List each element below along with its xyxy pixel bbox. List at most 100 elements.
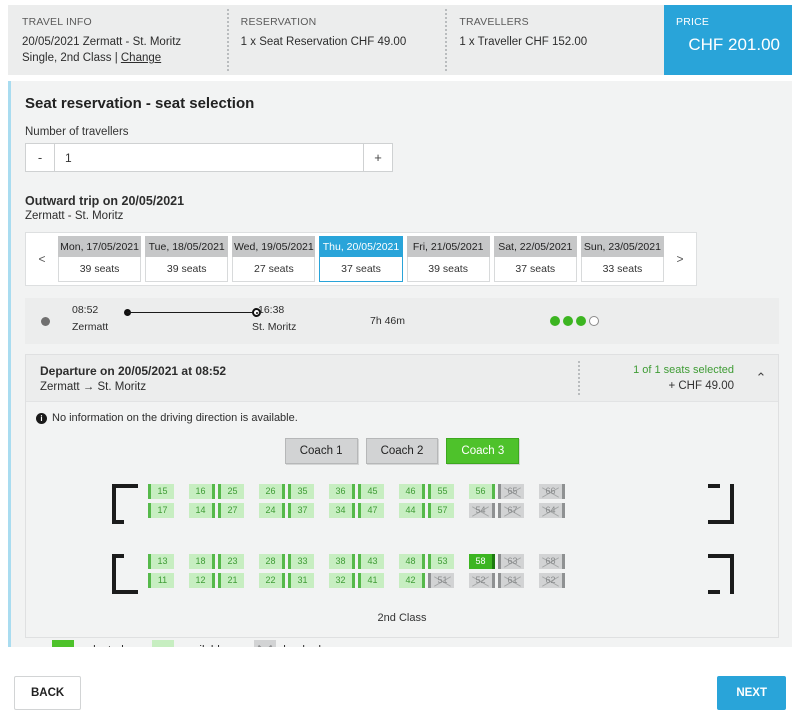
seatmap-area: i No information on the driving directio… bbox=[26, 401, 778, 647]
seat-64: 64 bbox=[539, 503, 565, 518]
driving-direction-note-text: No information on the driving direction … bbox=[52, 412, 298, 424]
coach-door-bottom-left-icon bbox=[112, 554, 140, 594]
decrease-travellers-button[interactable]: - bbox=[26, 144, 55, 171]
next-button[interactable]: NEXT bbox=[717, 676, 786, 710]
date-card[interactable]: Mon, 17/05/2021 39 seats bbox=[57, 235, 142, 283]
seat-21[interactable]: 21 bbox=[218, 573, 244, 588]
seat-37[interactable]: 37 bbox=[288, 503, 314, 518]
seat-16[interactable]: 16 bbox=[189, 484, 215, 499]
journey-summary-row[interactable]: 08:52 Zermatt 16:38 St. Moritz 7h 46m bbox=[25, 298, 779, 344]
seat-47[interactable]: 47 bbox=[358, 503, 384, 518]
date-card-seats: 37 seats bbox=[319, 257, 403, 282]
seat-12[interactable]: 12 bbox=[189, 573, 215, 588]
back-button[interactable]: BACK bbox=[14, 676, 82, 710]
seat-column: 15 17 bbox=[148, 484, 174, 518]
seat-56[interactable]: 56 bbox=[469, 484, 495, 499]
seat-23[interactable]: 23 bbox=[218, 554, 244, 569]
date-card[interactable]: Wed, 19/05/2021 27 seats bbox=[231, 235, 316, 283]
seat-27[interactable]: 27 bbox=[218, 503, 244, 518]
seat-45[interactable]: 45 bbox=[358, 484, 384, 499]
seat-14[interactable]: 14 bbox=[189, 503, 215, 518]
seat-53[interactable]: 53 bbox=[428, 554, 454, 569]
seat-38[interactable]: 38 bbox=[329, 554, 355, 569]
departure-detail-panel: Departure on 20/05/2021 at 08:52 Zermatt… bbox=[25, 354, 779, 647]
seat-48[interactable]: 48 bbox=[399, 554, 425, 569]
departure-header-right: 1 of 1 seats selected + CHF 49.00 bbox=[554, 364, 744, 392]
seat-number: 26 bbox=[265, 486, 276, 496]
page-title: Seat reservation - seat selection bbox=[25, 95, 255, 112]
seat-24[interactable]: 24 bbox=[259, 503, 285, 518]
seat-46[interactable]: 46 bbox=[399, 484, 425, 499]
seat-55[interactable]: 55 bbox=[428, 484, 454, 499]
seat-58[interactable]: 58 bbox=[469, 554, 495, 569]
seat-number: 61 bbox=[507, 575, 518, 585]
seat-28[interactable]: 28 bbox=[259, 554, 285, 569]
date-card[interactable]: Sun, 23/05/2021 33 seats bbox=[580, 235, 665, 283]
change-link[interactable]: Change bbox=[121, 52, 161, 64]
seat-31[interactable]: 31 bbox=[288, 573, 314, 588]
date-card-day: Wed, 19/05/2021 bbox=[232, 236, 316, 257]
seat-number: 45 bbox=[367, 486, 378, 496]
coach-tab[interactable]: Coach 1 bbox=[284, 438, 358, 464]
seat-35[interactable]: 35 bbox=[288, 484, 314, 499]
seat-34[interactable]: 34 bbox=[329, 503, 355, 518]
seat-57[interactable]: 57 bbox=[428, 503, 454, 518]
previous-dates-button[interactable]: < bbox=[28, 235, 56, 283]
date-card-day: Fri, 21/05/2021 bbox=[406, 236, 490, 257]
date-card[interactable]: Thu, 20/05/2021 37 seats bbox=[318, 235, 403, 283]
departure-time: 08:52 bbox=[72, 304, 99, 316]
legend-swatch-booked bbox=[254, 640, 277, 647]
date-card[interactable]: Tue, 18/05/2021 39 seats bbox=[144, 235, 229, 283]
seat-32[interactable]: 32 bbox=[329, 573, 355, 588]
seat-reservation-panel: Seat reservation - seat selection Number… bbox=[8, 81, 792, 647]
seat-42[interactable]: 42 bbox=[399, 573, 425, 588]
seat-11[interactable]: 11 bbox=[148, 573, 174, 588]
date-card[interactable]: Sat, 22/05/2021 37 seats bbox=[493, 235, 578, 283]
increase-travellers-button[interactable]: + bbox=[363, 144, 392, 171]
summary-travel-info: TRAVEL INFO 20/05/2021 Zermatt - St. Mor… bbox=[8, 5, 227, 75]
collapse-chevron-up-icon[interactable]: ⌃ bbox=[744, 369, 778, 387]
coach-door-bottom-right-icon bbox=[706, 554, 734, 594]
seat-number: 54 bbox=[475, 505, 486, 515]
seat-number: 64 bbox=[545, 505, 556, 515]
next-dates-button[interactable]: > bbox=[666, 235, 694, 283]
seat-column: 38 32 bbox=[329, 554, 355, 588]
occupancy-dot-icon bbox=[550, 316, 560, 326]
seat-36[interactable]: 36 bbox=[329, 484, 355, 499]
summary-bar: TRAVEL INFO 20/05/2021 Zermatt - St. Mor… bbox=[8, 5, 793, 75]
occupancy-dot-icon bbox=[589, 316, 599, 326]
seat-26[interactable]: 26 bbox=[259, 484, 285, 499]
outward-trip-route: Zermatt - St. Moritz bbox=[25, 210, 124, 222]
coach-tab[interactable]: Coach 3 bbox=[446, 438, 520, 464]
legend-swatch-available bbox=[151, 640, 174, 647]
seat-61: 61 bbox=[498, 573, 524, 588]
seat-25[interactable]: 25 bbox=[218, 484, 244, 499]
seat-44[interactable]: 44 bbox=[399, 503, 425, 518]
reservation-line1: 1 x Seat Reservation CHF 49.00 bbox=[240, 36, 407, 48]
seat-15[interactable]: 15 bbox=[148, 484, 174, 499]
seat-22[interactable]: 22 bbox=[259, 573, 285, 588]
seat-number: 21 bbox=[227, 575, 238, 585]
price-label: PRICE bbox=[676, 16, 710, 28]
occupancy-indicator bbox=[550, 316, 599, 326]
arrival-station: St. Moritz bbox=[252, 321, 297, 333]
travel-info-label: TRAVEL INFO bbox=[22, 16, 92, 28]
coach-tab[interactable]: Coach 2 bbox=[365, 438, 439, 464]
seat-number: 46 bbox=[405, 486, 416, 496]
seat-number: 58 bbox=[475, 556, 486, 566]
seat-43[interactable]: 43 bbox=[358, 554, 384, 569]
date-card-seats: 39 seats bbox=[406, 257, 490, 282]
occupancy-dot-icon bbox=[576, 316, 586, 326]
seat-number: 42 bbox=[405, 575, 416, 585]
seats-selected-status: 1 of 1 seats selected bbox=[633, 364, 734, 376]
date-card[interactable]: Fri, 21/05/2021 39 seats bbox=[406, 235, 491, 283]
seat-13[interactable]: 13 bbox=[148, 554, 174, 569]
seat-17[interactable]: 17 bbox=[148, 503, 174, 518]
seat-18[interactable]: 18 bbox=[189, 554, 215, 569]
seat-33[interactable]: 33 bbox=[288, 554, 314, 569]
departure-header[interactable]: Departure on 20/05/2021 at 08:52 Zermatt… bbox=[26, 355, 778, 401]
seat-41[interactable]: 41 bbox=[358, 573, 384, 588]
travellers-count-input[interactable] bbox=[55, 144, 363, 171]
driving-direction-note: i No information on the driving directio… bbox=[26, 412, 778, 424]
seat-number: 56 bbox=[475, 486, 486, 496]
